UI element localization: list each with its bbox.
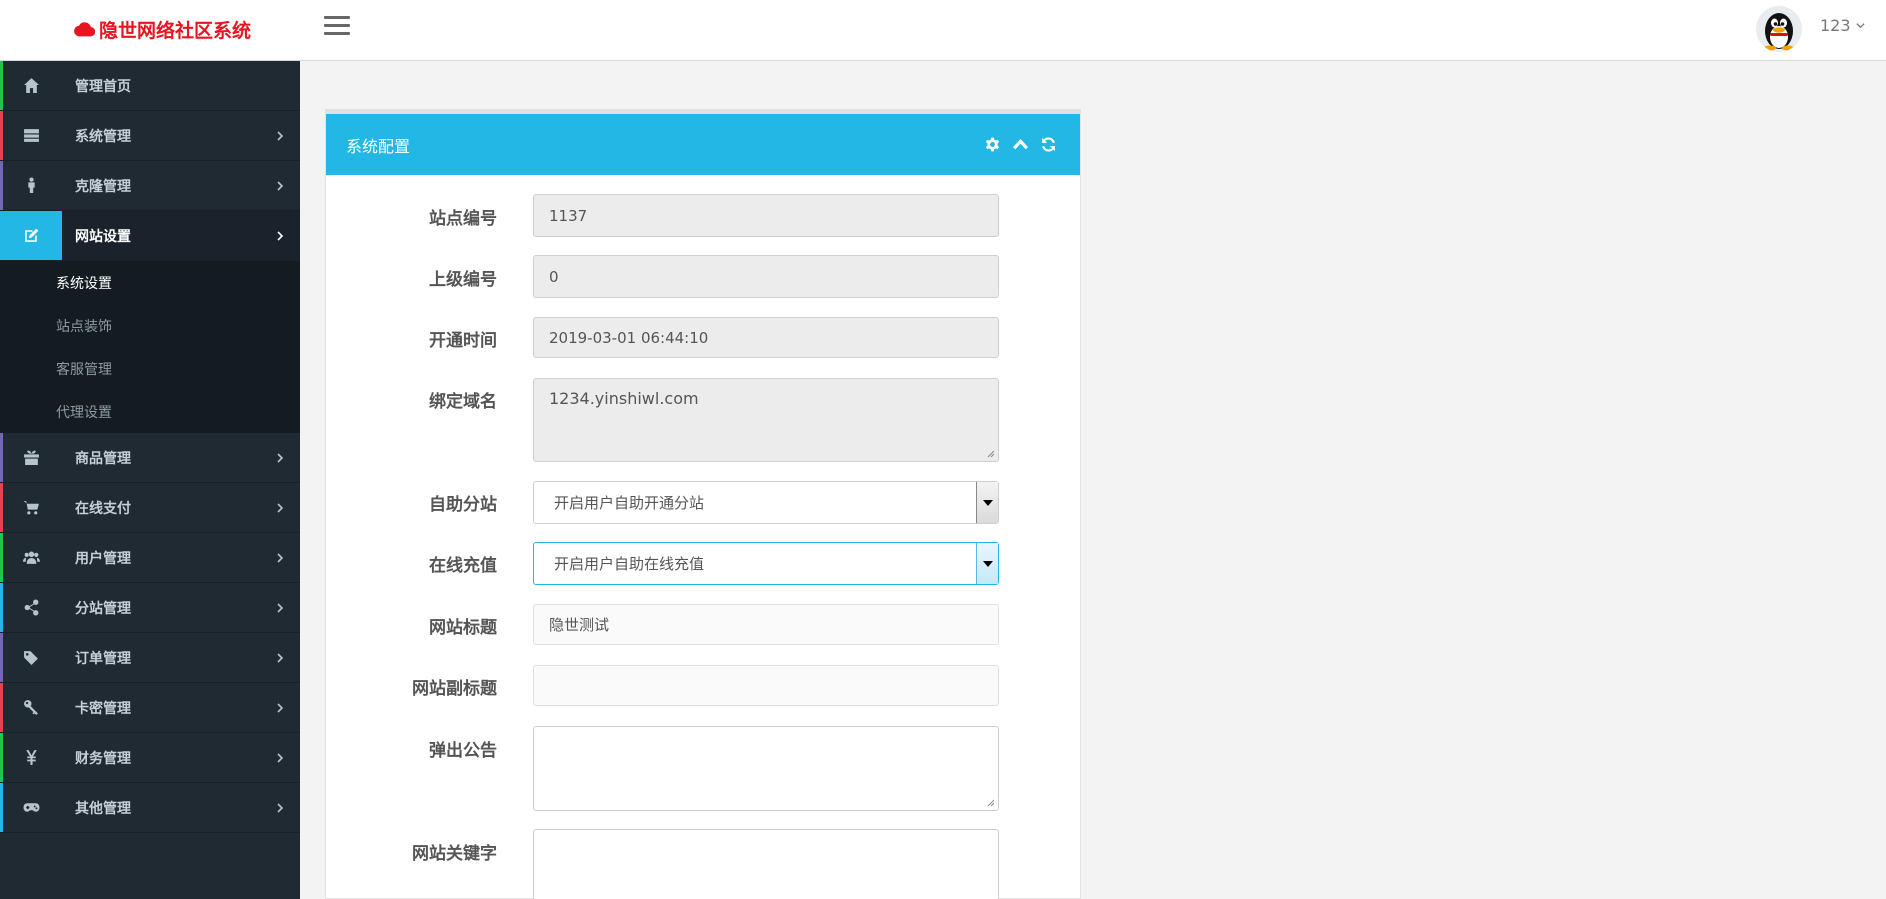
panel-heading: 系统配置 — [326, 114, 1080, 175]
sidebar-item-label: 用户管理 — [75, 550, 131, 567]
sidebar-item-system[interactable]: 系统管理 — [0, 111, 300, 161]
chevron-right-icon — [277, 502, 284, 513]
sidebar-item-home[interactable]: 管理首页 — [0, 61, 300, 111]
sidebar-item-website-settings[interactable]: 网站设置 — [0, 211, 300, 261]
sidebar-item-card-keys[interactable]: 卡密管理 — [0, 683, 300, 733]
site-subtitle-label: 网站副标题 — [412, 679, 497, 699]
sidebar: 管理首页 系统管理 克隆管理 网站设置 系统设置 站点装饰 客服管理 代理设置 … — [0, 61, 300, 899]
sidebar-item-label: 系统管理 — [75, 128, 131, 145]
sidebar-item-label: 在线支付 — [75, 500, 131, 517]
chevron-right-icon — [277, 452, 284, 463]
gear-icon[interactable] — [982, 135, 1002, 155]
website-settings-submenu: 系统设置 站点装饰 客服管理 代理设置 — [0, 261, 300, 433]
online-recharge-select[interactable]: 开启用户自助在线充值 — [533, 542, 999, 585]
popup-notice-label: 弹出公告 — [429, 741, 497, 761]
sidebar-item-label: 卡密管理 — [75, 700, 131, 717]
online-recharge-label: 在线充值 — [429, 556, 497, 576]
chevron-right-icon — [277, 602, 284, 613]
user-menu[interactable]: 123 — [1820, 16, 1865, 35]
chevron-up-icon[interactable] — [1010, 135, 1030, 155]
sidebar-item-finance[interactable]: 财务管理 — [0, 733, 300, 783]
site-id-field: 1137 — [533, 194, 999, 237]
chevron-right-icon — [277, 702, 284, 713]
sidebar-item-label: 财务管理 — [75, 750, 131, 767]
key-icon — [23, 700, 38, 715]
yen-icon — [25, 750, 37, 765]
panel-title: 系统配置 — [346, 136, 411, 156]
sidebar-item-label: 订单管理 — [75, 650, 131, 667]
open-time-field: 2019-03-01 06:44:10 — [533, 317, 999, 358]
resize-grip-icon — [987, 799, 995, 807]
site-title-value: 隐世测试 — [549, 616, 610, 634]
self-substation-select[interactable]: 开启用户自助开通分站 — [533, 481, 999, 524]
submenu-item-agent-settings[interactable]: 代理设置 — [0, 390, 300, 433]
sidebar-item-label: 其他管理 — [75, 800, 131, 817]
submenu-item-customer-service[interactable]: 客服管理 — [0, 347, 300, 390]
users-icon — [22, 551, 40, 564]
gamepad-icon — [23, 803, 39, 812]
domain-textarea: 1234.yinshiwl.com — [533, 378, 999, 462]
male-icon — [27, 177, 35, 193]
chevron-right-icon — [277, 230, 284, 241]
cloud-icon — [74, 22, 95, 37]
edit-icon — [24, 228, 38, 242]
keywords-textarea[interactable] — [533, 829, 999, 899]
sidebar-item-label: 网站设置 — [75, 228, 131, 245]
sidebar-item-other[interactable]: 其他管理 — [0, 783, 300, 833]
dropdown-arrow-icon[interactable] — [976, 543, 998, 584]
server-icon — [23, 129, 39, 142]
domain-label: 绑定域名 — [429, 392, 497, 412]
sidebar-item-label: 克隆管理 — [75, 178, 131, 195]
sidebar-item-label: 管理首页 — [75, 78, 131, 95]
sidebar-item-substations[interactable]: 分站管理 — [0, 583, 300, 633]
menu-toggle-button[interactable] — [324, 16, 350, 36]
open-time-label: 开通时间 — [429, 331, 497, 351]
dropdown-arrow-icon[interactable] — [976, 482, 998, 523]
domain-value: 1234.yinshiwl.com — [549, 389, 699, 408]
chevron-right-icon — [277, 130, 284, 141]
site-title-label: 网站标题 — [429, 618, 497, 638]
brand-logo[interactable]: 隐世网络社区系统 — [73, 16, 251, 42]
top-header: 隐世网络社区系统 123 — [0, 0, 1886, 61]
panel-tools — [974, 135, 1058, 155]
popup-notice-textarea[interactable] — [533, 726, 999, 811]
chevron-right-icon — [277, 552, 284, 563]
submenu-item-site-decoration[interactable]: 站点装饰 — [0, 304, 300, 347]
parent-id-label: 上级编号 — [429, 270, 497, 290]
refresh-icon[interactable] — [1038, 135, 1058, 155]
chevron-right-icon — [277, 180, 284, 191]
open-time-value: 2019-03-01 06:44:10 — [549, 328, 709, 347]
chevron-down-icon — [1855, 23, 1865, 29]
sidebar-item-users[interactable]: 用户管理 — [0, 533, 300, 583]
online-recharge-value: 开启用户自助在线充值 — [554, 555, 705, 573]
keywords-label: 网站关键字 — [412, 844, 497, 864]
chevron-right-icon — [277, 802, 284, 813]
chevron-right-icon — [277, 652, 284, 663]
home-icon — [23, 78, 39, 93]
user-name: 123 — [1820, 16, 1851, 35]
sidebar-item-payment[interactable]: 在线支付 — [0, 483, 300, 533]
site-title-input[interactable]: 隐世测试 — [533, 604, 999, 645]
site-id-value: 1137 — [549, 206, 588, 225]
brand-title: 隐世网络社区系统 — [99, 19, 252, 42]
resize-grip-icon — [987, 450, 995, 458]
tags-icon — [23, 651, 38, 665]
cart-icon — [23, 501, 39, 515]
chevron-right-icon — [277, 752, 284, 763]
self-substation-label: 自助分站 — [429, 495, 497, 515]
sidebar-item-products[interactable]: 商品管理 — [0, 433, 300, 483]
share-icon — [24, 599, 38, 616]
site-id-label: 站点编号 — [429, 209, 497, 229]
sidebar-item-orders[interactable]: 订单管理 — [0, 633, 300, 683]
sidebar-item-label: 商品管理 — [75, 450, 131, 467]
site-subtitle-input[interactable] — [533, 665, 999, 706]
parent-id-field: 0 — [533, 255, 999, 298]
sidebar-item-clone[interactable]: 克隆管理 — [0, 161, 300, 211]
parent-id-value: 0 — [549, 267, 559, 286]
sidebar-item-label: 分站管理 — [75, 600, 131, 617]
submenu-item-system-settings[interactable]: 系统设置 — [0, 261, 300, 304]
avatar[interactable] — [1756, 6, 1802, 52]
gift-icon — [23, 450, 39, 465]
self-substation-value: 开启用户自助开通分站 — [554, 494, 705, 512]
